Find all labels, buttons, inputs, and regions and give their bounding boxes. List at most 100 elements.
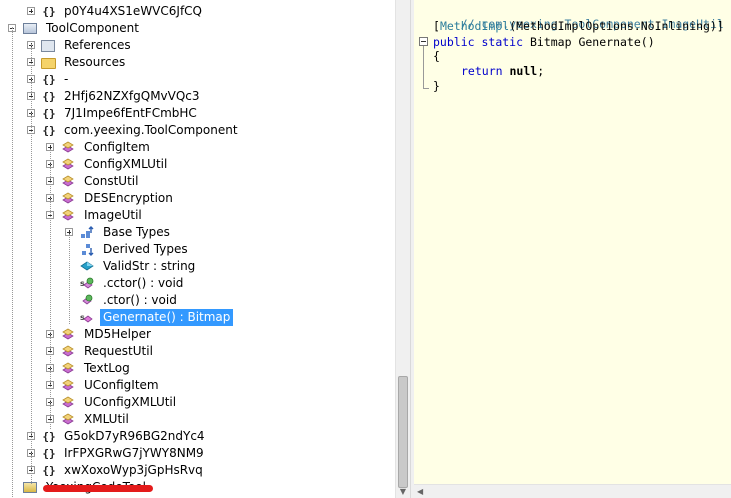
tree-vertical-scrollbar[interactable]: ▼	[395, 0, 410, 498]
tree-item-label: 2Hfj62NZXfgQMvVQc3	[64, 89, 200, 103]
code-attribute-line: [MethodImpl(MethodImplOptions.NoInlining…	[433, 19, 724, 33]
tree-guide-line	[50, 149, 51, 429]
class-icon	[60, 378, 76, 393]
semicolon: ;	[537, 64, 545, 78]
svg-text:s: s	[80, 313, 85, 322]
tree-item-label: ConstUtil	[84, 174, 139, 188]
class-icon	[60, 174, 76, 189]
tree-item-label: ConfigXMLUtil	[84, 157, 168, 171]
tree-item[interactable]: s .cctor() : void	[0, 275, 395, 292]
tree-item[interactable]: {} 2Hfj62NZXfgQMvVQc3	[0, 88, 395, 105]
tree-item[interactable]: TextLog	[0, 360, 395, 377]
class-icon	[60, 157, 76, 172]
return-type[interactable]: Bitmap	[530, 35, 572, 49]
assembly-icon	[23, 23, 37, 34]
tree-item-label: MD5Helper	[84, 327, 151, 341]
method-parens: ()	[640, 35, 655, 49]
tree-item-label: Derived Types	[103, 242, 188, 256]
code-comment-line: // com.yeexing.ToolComponent.ImageUtil	[433, 3, 724, 31]
tree-item-label: Genernate() : Bitmap	[100, 309, 234, 326]
class-icon	[60, 191, 76, 206]
brace-close: }	[433, 79, 440, 93]
keyword-static: static	[481, 35, 524, 49]
namespace-braces-icon: {}	[42, 124, 56, 137]
code-signature-line: public static Bitmap Genernate()	[433, 35, 655, 49]
tree-item-label: XMLUtil	[84, 412, 129, 426]
assembly-tree-panel[interactable]: {} p0Y4u4XS1eWVC6JfCQ ToolComponent Referen…	[0, 0, 410, 498]
svg-text:s: s	[80, 279, 85, 288]
tree-item[interactable]: Resources	[0, 54, 395, 71]
method-name[interactable]: Genernate	[578, 35, 640, 49]
tree-item[interactable]: ImageUtil	[0, 207, 395, 224]
scroll-left-icon[interactable]: ◀	[417, 487, 423, 496]
namespace-braces-icon: {}	[42, 73, 56, 86]
tree-item[interactable]: YeexingCodeTool	[0, 479, 395, 496]
code-return-line: return null;	[461, 64, 544, 78]
class-icon	[60, 395, 76, 410]
scrollbar-thumb[interactable]	[398, 376, 408, 488]
tree-item[interactable]: {} com.yeexing.ToolComponent	[0, 122, 395, 139]
tree-item[interactable]: ValidStr : string	[0, 258, 395, 275]
tree-item[interactable]: {} IrFPXGRwG7jYWY8NM9	[0, 445, 395, 462]
tree-item[interactable]: ConfigXMLUtil	[0, 156, 395, 173]
tree-item[interactable]: {} 7J1Impe6fEntFCmbHC	[0, 105, 395, 122]
fold-guide	[423, 46, 424, 88]
fold-guide-end	[423, 88, 429, 89]
tree-item-label: References	[64, 38, 131, 52]
tree-guide-line	[12, 27, 13, 497]
tree-item[interactable]: ConstUtil	[0, 173, 395, 190]
namespace-braces-icon: {}	[42, 90, 56, 103]
tree-item-label: Base Types	[103, 225, 170, 239]
tree-item[interactable]: {} xwXoxoWyp3jGpHsRvq	[0, 462, 395, 479]
tree-item[interactable]: XMLUtil	[0, 411, 395, 428]
tree-item-label: com.yeexing.ToolComponent	[64, 123, 238, 137]
tree-item[interactable]: MD5Helper	[0, 326, 395, 343]
class-icon	[60, 140, 76, 155]
tree-item-label: -	[64, 72, 69, 86]
class-icon	[60, 208, 76, 223]
derived-types-icon	[79, 242, 95, 257]
tree-item[interactable]: ToolComponent	[0, 20, 395, 37]
class-icon	[60, 361, 76, 376]
keyword-null: null	[509, 64, 538, 78]
tree-item-label: .ctor() : void	[103, 293, 177, 307]
tree-rows: {} p0Y4u4XS1eWVC6JfCQ ToolComponent Referen…	[0, 3, 395, 497]
tree-item[interactable]: Base Types	[0, 224, 395, 241]
base-types-icon	[79, 225, 95, 240]
tree-item-label: ValidStr : string	[103, 259, 196, 273]
scroll-down-icon[interactable]: ▼	[398, 487, 408, 497]
tree-item[interactable]: .ctor() : void	[0, 292, 395, 309]
tree-item-label: p0Y4u4XS1eWVC6JfCQ	[64, 4, 202, 18]
attribute-args: (MethodImplOptions.NoInlining)]	[509, 19, 724, 33]
tree-item[interactable]: {} -	[0, 71, 395, 88]
tree-item[interactable]: DESEncryption	[0, 190, 395, 207]
tree-item-selected[interactable]: s Genernate() : Bitmap	[0, 309, 395, 326]
keyword-public: public	[433, 35, 475, 49]
expand-icon[interactable]	[27, 7, 35, 15]
tree-item-label: UConfigXMLUtil	[84, 395, 177, 409]
tree-item-label: xwXoxoWyp3jGpHsRvq	[64, 463, 203, 477]
tree-item-label: UConfigItem	[84, 378, 159, 392]
method-icon	[79, 293, 95, 308]
brace-open: {	[433, 49, 440, 63]
keyword-return: return	[461, 64, 503, 78]
tree-item[interactable]: UConfigXMLUtil	[0, 394, 395, 411]
namespace-braces-icon: {}	[42, 430, 56, 443]
tree-item[interactable]: {} G5okD7yR96BG2ndYc4	[0, 428, 395, 445]
tree-item[interactable]: Derived Types	[0, 241, 395, 258]
tree-item[interactable]: UConfigItem	[0, 377, 395, 394]
attribute-name[interactable]: MethodImpl	[440, 19, 509, 33]
code-brace-close-line: }	[433, 79, 440, 93]
code-horizontal-scrollbar[interactable]: ◀	[414, 484, 731, 498]
tree-item[interactable]: References	[0, 37, 395, 54]
tree-item[interactable]: RequestUtil	[0, 343, 395, 360]
collapse-toggle-icon[interactable]	[419, 37, 428, 46]
code-view-panel[interactable]: // com.yeexing.ToolComponent.ImageUtil […	[414, 0, 731, 498]
field-icon	[79, 259, 95, 274]
class-icon	[60, 327, 76, 342]
tree-item[interactable]: ConfigItem	[0, 139, 395, 156]
references-icon	[41, 40, 55, 52]
tree-item[interactable]: {} p0Y4u4XS1eWVC6JfCQ	[0, 3, 395, 20]
tree-guide-line	[31, 44, 32, 484]
namespace-braces-icon: {}	[42, 447, 56, 460]
